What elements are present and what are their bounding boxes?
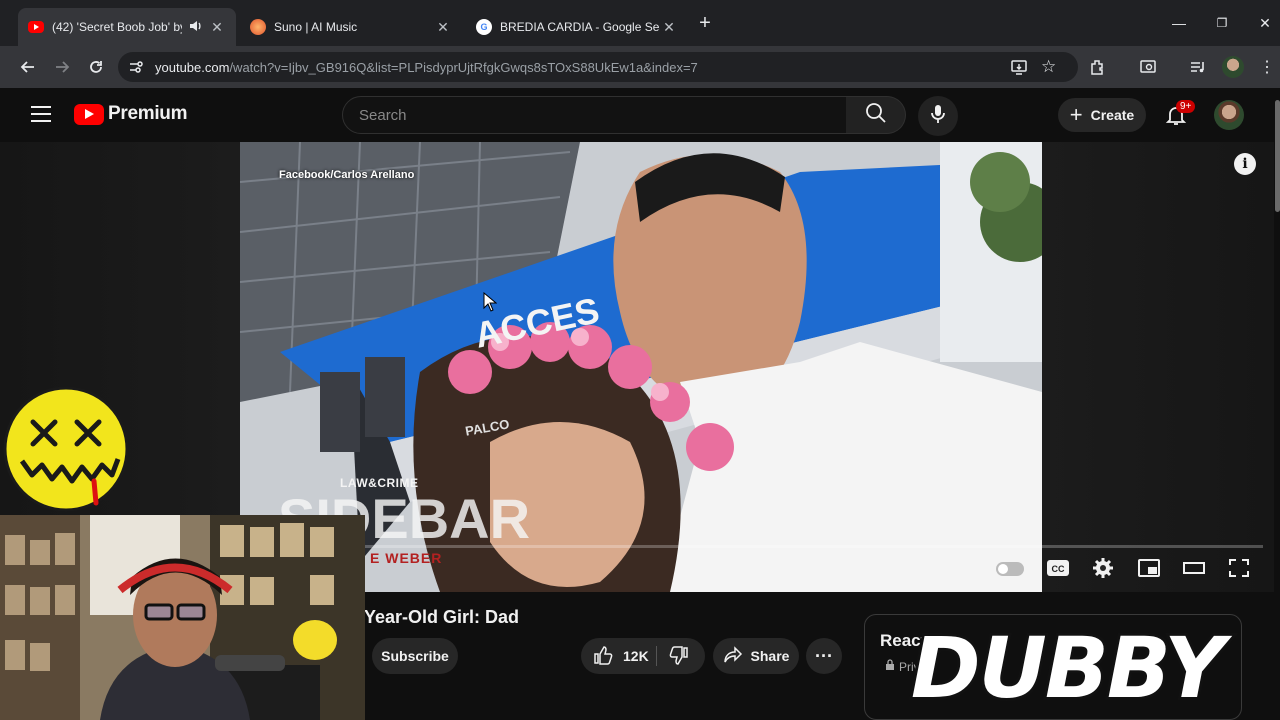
url-host: youtube.com (155, 59, 230, 75)
address-bar[interactable]: youtube.com/watch?v=Ijbv_GB916Q&list=PLP… (118, 52, 1078, 82)
like-button[interactable]: 12K (593, 645, 649, 668)
browser-toolbar: youtube.com/watch?v=Ijbv_GB916Q&list=PLP… (0, 46, 1280, 88)
subscribe-button[interactable]: Subscribe (372, 638, 458, 674)
info-icon[interactable]: i (1234, 153, 1256, 175)
tab-google[interactable]: G BREDIA CARDIA - Google Searc ✕ (466, 8, 688, 46)
share-label: Share (750, 648, 790, 664)
like-divider (656, 646, 657, 666)
autoplay-toggle[interactable] (996, 562, 1024, 576)
plus-icon: + (1069, 102, 1083, 127)
forward-icon[interactable] (50, 55, 74, 79)
thumbs-down-icon[interactable] (669, 646, 689, 669)
player-controls: CC (240, 540, 1275, 592)
reload-icon[interactable] (84, 55, 108, 79)
extensions-icon[interactable] (1086, 55, 1110, 79)
svg-text:CC: CC (1052, 564, 1065, 574)
install-app-icon[interactable] (1010, 58, 1028, 79)
progress-bar[interactable] (365, 545, 1263, 548)
youtube-premium-logo[interactable]: Premium (74, 103, 188, 125)
logo-text: Premium (108, 103, 188, 124)
chrome-menu-icon[interactable]: ⋮ (1255, 55, 1279, 79)
minimize-icon[interactable]: — (1164, 12, 1194, 34)
search-placeholder: Search (359, 106, 407, 124)
hamburger-menu-icon[interactable] (30, 105, 52, 128)
dubby-logo: DUBBY (908, 616, 1228, 720)
notifications-badge: 9+ (1176, 100, 1196, 113)
bookmark-star-icon[interactable]: ☆ (1041, 57, 1056, 77)
close-tab-icon[interactable]: ✕ (208, 19, 226, 36)
tab-title: (42) 'Secret Boob Job' by Sh (52, 20, 182, 34)
more-dots-icon: ··· (815, 645, 833, 666)
webcam-scene (0, 515, 365, 720)
create-label: Create (1090, 107, 1135, 123)
google-favicon-icon: G (476, 19, 492, 35)
search-button[interactable] (846, 96, 906, 134)
youtube-logo-icon (74, 103, 104, 125)
like-count: 12K (623, 648, 649, 664)
video-title: Year-Old Girl: Dad (364, 607, 520, 627)
close-tab-icon[interactable]: ✕ (660, 19, 678, 36)
dubby-logo-text: DUBBY (908, 616, 1228, 720)
browser-tab-strip: (42) 'Secret Boob Job' by Sh ✕ Suno | AI… (0, 0, 1280, 46)
microphone-icon (929, 104, 947, 129)
captions-icon[interactable]: CC (1046, 558, 1070, 583)
media-control-icon[interactable] (1186, 55, 1210, 79)
theater-mode-icon[interactable] (1182, 560, 1206, 581)
suno-favicon-icon (250, 19, 266, 35)
webcam-feed (0, 515, 365, 720)
smiley-logo-icon (2, 385, 130, 513)
tab-title: BREDIA CARDIA - Google Searc (500, 20, 660, 34)
scrollbar-thumb[interactable] (1275, 100, 1280, 212)
more-actions-button[interactable]: ··· (806, 638, 842, 674)
tab-suno[interactable]: Suno | AI Music ✕ (240, 8, 462, 46)
account-avatar[interactable] (1214, 100, 1244, 130)
new-tab-icon[interactable]: + (690, 12, 720, 34)
voice-search-button[interactable] (918, 96, 958, 136)
restore-icon[interactable]: ❐ (1207, 12, 1237, 34)
like-dislike-group: 12K (581, 638, 705, 674)
search-input[interactable]: Search (342, 96, 847, 134)
close-window-icon[interactable]: ✕ (1250, 12, 1280, 34)
page-scrollbar[interactable] (1274, 88, 1280, 720)
subscribe-label: Subscribe (381, 648, 449, 664)
share-button[interactable]: Share (713, 638, 799, 674)
site-settings-icon[interactable] (128, 59, 144, 78)
settings-gear-icon[interactable] (1092, 557, 1114, 584)
search-icon (865, 102, 887, 129)
tab-title: Suno | AI Music (274, 20, 358, 34)
back-icon[interactable] (16, 55, 40, 79)
url-path: /watch?v=Ijbv_GB916Q&list=PLPisdyprUjtRf… (229, 59, 698, 75)
miniplayer-icon[interactable] (1137, 558, 1161, 583)
youtube-masthead: Premium Search + Create 9+ (0, 88, 1280, 142)
lock-icon (885, 659, 895, 674)
profile-avatar[interactable] (1221, 55, 1245, 79)
thumbs-up-icon (593, 645, 613, 668)
photo-credit: Facebook/Carlos Arellano (279, 169, 415, 181)
fullscreen-icon[interactable] (1228, 558, 1250, 583)
tab-youtube[interactable]: (42) 'Secret Boob Job' by Sh ✕ (18, 8, 236, 46)
speaker-icon[interactable] (188, 19, 202, 36)
mouse-cursor-icon (483, 291, 498, 317)
share-arrow-icon (723, 645, 743, 667)
youtube-favicon-icon (28, 21, 44, 33)
close-tab-icon[interactable]: ✕ (434, 19, 452, 36)
reading-mode-icon[interactable] (1136, 55, 1160, 79)
create-button[interactable]: + Create (1058, 98, 1146, 132)
